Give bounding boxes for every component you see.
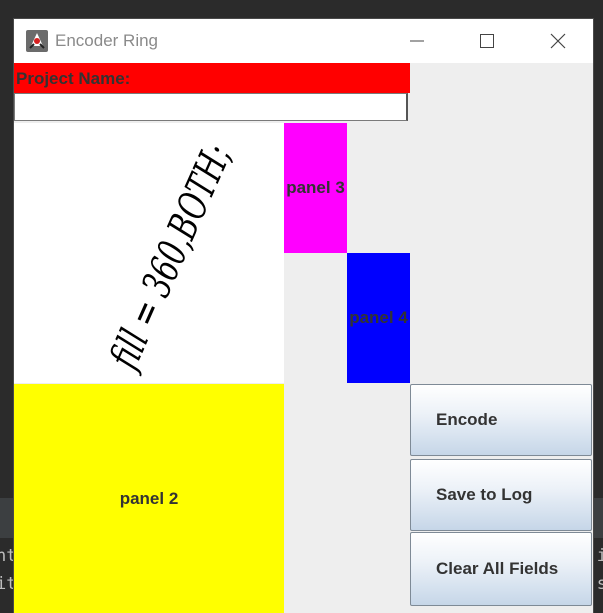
project-name-label: Project Name:: [14, 63, 410, 93]
handwritten-text: fill = 360,BOTH;: [100, 138, 241, 378]
minimize-icon: [410, 40, 424, 42]
panel-2: panel 2: [14, 384, 284, 613]
close-icon: [550, 33, 566, 49]
java-duke-icon: [26, 30, 48, 52]
encoder-ring-window: Encoder Ring Project Name: fill = 360,BO…: [14, 19, 593, 613]
clear-all-fields-button[interactable]: Clear All Fields: [410, 532, 592, 606]
content-pane: Project Name: fill = 360,BOTH; panel 3 p…: [14, 63, 593, 613]
panel-4: panel 4: [347, 253, 410, 383]
maximize-icon: [480, 34, 494, 48]
title-bar[interactable]: Encoder Ring: [14, 19, 593, 63]
minimize-button[interactable]: [387, 19, 447, 63]
panel-3: panel 3: [284, 123, 347, 253]
close-button[interactable]: [528, 19, 588, 63]
handwritten-scribble: fill = 360,BOTH;: [100, 138, 241, 378]
panel-3-label: panel 3: [286, 178, 345, 197]
project-name-input[interactable]: [14, 93, 408, 121]
save-to-log-button[interactable]: Save to Log: [410, 459, 592, 531]
window-title: Encoder Ring: [55, 31, 159, 50]
drawing-panel: fill = 360,BOTH;: [14, 123, 284, 383]
panel-4-label: panel 4: [349, 308, 408, 327]
encode-button[interactable]: Encode: [410, 384, 592, 456]
maximize-button[interactable]: [457, 19, 517, 63]
panel-2-label: panel 2: [119, 488, 179, 508]
